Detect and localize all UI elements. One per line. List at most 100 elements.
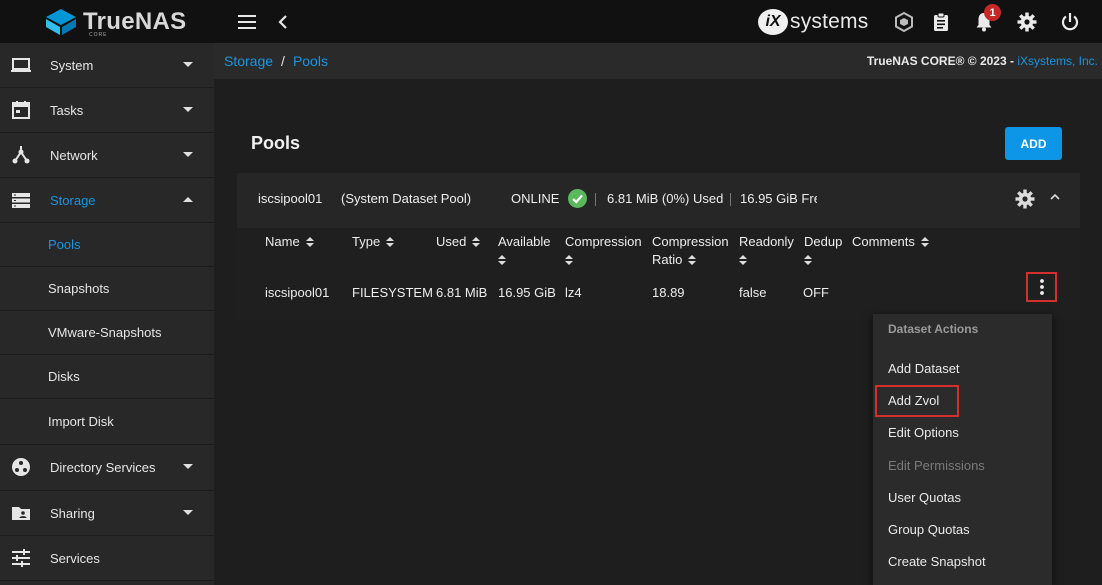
sidebar-item-directory-services[interactable]: Directory Services — [0, 445, 214, 491]
pool-settings-gear-icon[interactable] — [1015, 189, 1035, 209]
settings-button[interactable] — [1016, 11, 1038, 33]
sidebar-item-label: Services — [50, 550, 100, 566]
row-actions-button[interactable] — [1026, 272, 1057, 302]
menu-item-create-snapshot[interactable]: Create Snapshot — [888, 554, 986, 569]
sort-icon — [688, 255, 697, 266]
calendar-icon — [12, 101, 30, 119]
breadcrumb-storage-link[interactable]: Storage — [224, 53, 273, 69]
divider — [595, 193, 596, 206]
truecommand-button[interactable] — [893, 11, 915, 33]
chevron-down-icon — [183, 464, 193, 469]
sidebar-item-sharing[interactable]: Sharing — [0, 491, 214, 536]
truenas-logo[interactable]: TrueNAS CORE — [45, 8, 187, 38]
divider — [730, 193, 731, 206]
sort-icon — [920, 237, 929, 248]
breadcrumb-pools-link[interactable]: Pools — [293, 53, 328, 69]
laptop-icon — [11, 58, 31, 72]
col-header-comments[interactable]: Comments — [852, 233, 929, 251]
ix-mark: iX — [758, 9, 788, 35]
logo-subtitle: CORE — [89, 32, 108, 38]
chevron-left-icon — [278, 15, 287, 29]
ixsystems-link[interactable]: iXsystems, Inc. — [1017, 54, 1098, 68]
copyright-label: TrueNAS CORE® © 2023 - — [866, 54, 1018, 68]
network-icon — [12, 146, 30, 164]
sidebar-subitem-import-disk[interactable]: Import Disk — [0, 399, 214, 445]
col-header-available[interactable]: Available — [498, 233, 551, 266]
pool-name: iscsipool01 — [258, 191, 323, 206]
col-header-name[interactable]: Name — [265, 233, 314, 251]
more-vert-icon — [1039, 279, 1044, 295]
sidebar-subitem-snapshots[interactable]: Snapshots — [0, 267, 214, 311]
sort-icon — [386, 237, 395, 248]
check-circle-icon — [568, 189, 587, 208]
sort-icon — [498, 255, 506, 266]
cell-readonly: false — [739, 285, 767, 300]
menu-item-group-quotas[interactable]: Group Quotas — [888, 522, 970, 537]
storage-icon — [12, 193, 30, 208]
sort-icon — [472, 237, 481, 248]
task-manager-button[interactable] — [930, 11, 952, 33]
sidebar-item-system[interactable]: System — [0, 43, 214, 88]
tune-icon — [12, 549, 30, 567]
sidebar-subitem-vmware-snapshots[interactable]: VMware-Snapshots — [0, 311, 214, 355]
cell-name: iscsipool01 — [265, 285, 330, 300]
menu-item-user-quotas[interactable]: User Quotas — [888, 490, 961, 505]
folder-share-icon — [12, 507, 30, 520]
power-icon — [1061, 13, 1079, 31]
collapse-sidebar-button[interactable] — [272, 11, 294, 33]
pool-system-tag: (System Dataset Pool) — [341, 191, 472, 206]
menu-toggle-button[interactable] — [236, 11, 258, 33]
power-button[interactable] — [1059, 11, 1081, 33]
breadcrumb-bar: Storage / Pools TrueNAS CORE® © 2023 - iXs… — [214, 43, 1102, 79]
cell-compression: lz4 — [565, 285, 582, 300]
sidebar-subitem-disks[interactable]: Disks — [0, 355, 214, 399]
sort-icon — [804, 255, 812, 266]
sidebar-subitem-pools[interactable]: Pools — [0, 223, 214, 267]
top-bar: TrueNAS CORE iX systems 1 — [0, 0, 1102, 43]
ixsystems-brand[interactable]: iX systems — [758, 9, 868, 35]
logo-text: TrueNAS — [83, 8, 187, 35]
pool-status: ONLINE — [511, 191, 560, 206]
col-header-type[interactable]: Type — [352, 233, 395, 251]
breadcrumb: Storage / Pools — [224, 53, 328, 69]
dataset-actions-menu: Dataset Actions Add Dataset Add Zvol Edi… — [873, 314, 1052, 585]
sidebar-item-label: Sharing — [50, 505, 95, 521]
sidebar-subitem-label: Import Disk — [48, 414, 114, 429]
sidebar-item-tasks[interactable]: Tasks — [0, 88, 214, 133]
col-header-compression[interactable]: Compression — [565, 233, 642, 266]
col-header-compression-ratio[interactable]: Compression Ratio — [652, 233, 729, 269]
hamburger-icon — [238, 15, 256, 29]
menu-item-edit-options[interactable]: Edit Options — [888, 425, 959, 440]
sidebar-subitem-label: VMware-Snapshots — [48, 325, 162, 340]
copyright-text: TrueNAS CORE® © 2023 - iXsystems, Inc. — [867, 54, 1098, 68]
sort-icon — [565, 255, 573, 266]
menu-header: Dataset Actions — [888, 322, 979, 336]
cell-dedup: OFF — [803, 285, 829, 300]
pool-free: 16.95 GiB Free — [740, 191, 817, 206]
sidebar-item-services[interactable]: Services — [0, 536, 214, 581]
sidebar-item-storage[interactable]: Storage — [0, 178, 214, 223]
cell-compression-ratio: 18.89 — [652, 285, 685, 300]
notification-badge: 1 — [984, 4, 1001, 21]
sidebar-item-label: System — [50, 57, 94, 73]
sidebar-item-network[interactable]: Network — [0, 133, 214, 178]
breadcrumb-separator: / — [281, 53, 285, 69]
sidebar-item-label: Directory Services — [50, 460, 156, 475]
pool-header: iscsipool01 (System Dataset Pool) ONLINE… — [237, 173, 1080, 228]
page-title: Pools — [251, 133, 301, 153]
menu-item-add-dataset[interactable]: Add Dataset — [888, 361, 960, 376]
cell-used: 6.81 MiB — [436, 285, 488, 300]
sidebar: System Tasks Network Storage Pools Snaps… — [0, 43, 214, 585]
chevron-down-icon — [183, 510, 193, 515]
sidebar-item-label: Storage — [50, 192, 96, 208]
clipboard-icon — [934, 12, 948, 31]
col-header-used[interactable]: Used — [436, 233, 481, 251]
chevron-up-icon[interactable] — [1049, 191, 1061, 203]
chevron-down-icon — [183, 107, 193, 112]
menu-item-edit-permissions: Edit Permissions — [888, 458, 985, 473]
add-pool-button[interactable]: ADD — [1005, 127, 1062, 160]
col-header-dedup[interactable]: Dedup — [804, 233, 842, 266]
col-header-readonly[interactable]: Readonly — [739, 233, 794, 266]
chevron-down-icon — [183, 152, 193, 157]
sidebar-subitem-label: Disks — [48, 369, 80, 384]
